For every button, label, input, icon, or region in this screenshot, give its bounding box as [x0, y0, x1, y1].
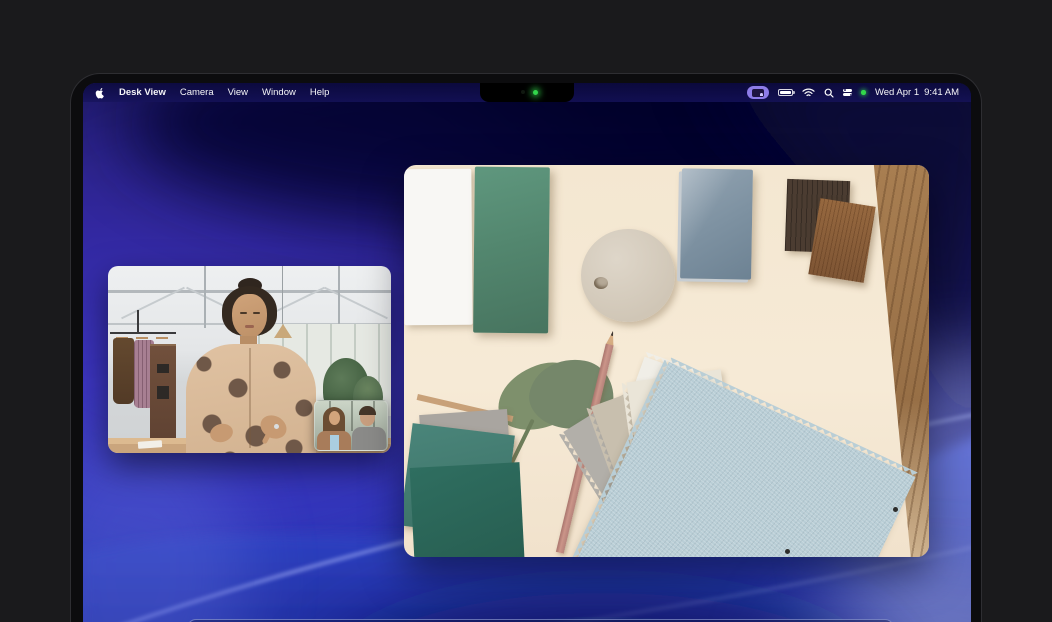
- menu-time: 9:41 AM: [924, 87, 959, 98]
- menu-camera[interactable]: Camera: [180, 87, 214, 98]
- camera-active-light: [533, 90, 538, 95]
- felt-disc-hole: [594, 277, 608, 289]
- felt-disc-sample: [581, 229, 675, 322]
- video-call-window[interactable]: [108, 266, 391, 453]
- desk-view-window[interactable]: [404, 165, 929, 557]
- menu-help[interactable]: Help: [310, 87, 330, 98]
- display-with-person-glyph: [752, 89, 764, 97]
- wardrobe-panel: [150, 344, 176, 442]
- control-center-icon[interactable]: [843, 89, 852, 97]
- presenter-person: [178, 278, 323, 448]
- pencil-tip-lead: [610, 331, 614, 337]
- clothes-rack-post: [137, 310, 139, 334]
- hanging-garment-brown: [113, 338, 134, 404]
- menu-view[interactable]: View: [228, 87, 248, 98]
- menu-date: Wed Apr 1: [875, 87, 919, 98]
- menu-app-name[interactable]: Desk View: [119, 87, 166, 98]
- green-tile-sample: [473, 167, 550, 334]
- blue-gray-ceramic-tile: [680, 168, 753, 279]
- wifi-icon[interactable]: [802, 88, 815, 98]
- wooden-hanger: [136, 334, 148, 339]
- camera-notch: [480, 83, 574, 102]
- desk-view-active-pill-icon[interactable]: [747, 86, 769, 99]
- apple-icon[interactable]: [95, 87, 105, 99]
- white-tile-sample: [404, 169, 473, 326]
- camera-in-use-dot: [861, 90, 866, 95]
- polka-dot-blouse: [186, 344, 316, 453]
- face: [232, 294, 267, 338]
- participant-man-hair: [359, 406, 376, 415]
- participant-woman-face: [329, 411, 340, 425]
- dark-teal-tile-sample: [410, 462, 525, 557]
- window-mullion: [351, 401, 353, 431]
- fabric-snap-dot: [893, 507, 898, 512]
- macbook-display: Desk View Camera View Window Help: [70, 73, 982, 622]
- roof-post: [338, 266, 340, 326]
- wooden-hanger: [156, 334, 168, 339]
- blouse-placket: [249, 348, 251, 448]
- menu-bar-clock[interactable]: Wed Apr 1 9:41 AM: [875, 87, 959, 98]
- participant-woman-shirt: [330, 435, 339, 451]
- call-participants-pip[interactable]: [314, 400, 388, 451]
- menu-window[interactable]: Window: [262, 87, 296, 98]
- marketing-backdrop: Desk View Camera View Window Help: [0, 0, 1052, 622]
- battery-icon[interactable]: [778, 89, 793, 97]
- facetime-camera-lens: [521, 90, 525, 94]
- screen: Desk View Camera View Window Help: [83, 83, 971, 622]
- spotlight-search-icon[interactable]: [824, 88, 834, 98]
- fabric-snap-dot: [785, 549, 790, 554]
- walnut-wood-sample: [808, 198, 875, 283]
- silver-ring: [274, 424, 279, 429]
- participant-man-shirt: [352, 427, 386, 451]
